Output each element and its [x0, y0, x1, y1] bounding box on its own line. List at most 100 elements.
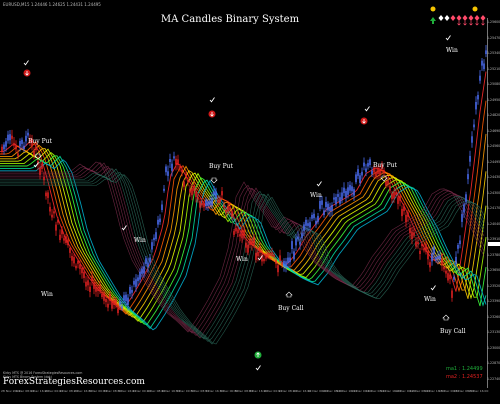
candle-body — [125, 294, 127, 302]
candle-body — [97, 288, 99, 291]
candle-body — [99, 285, 101, 292]
candle-body — [203, 202, 205, 208]
candle-body — [317, 215, 319, 222]
annotation-win: Win — [446, 47, 458, 54]
candle-body — [237, 229, 239, 233]
candle-body — [187, 179, 189, 183]
price-tick-label: 1.24170 — [487, 206, 500, 210]
candle-body — [349, 184, 351, 191]
price-tick-label: 1.23910 — [487, 237, 500, 241]
candle-body — [481, 60, 483, 66]
candle-body — [433, 246, 435, 254]
candle-body — [255, 252, 257, 260]
candle-body — [295, 238, 297, 246]
candle-body — [15, 144, 17, 150]
candle-body — [205, 199, 207, 206]
price-tick-label: 1.22740 — [487, 376, 500, 381]
candle-body — [463, 204, 465, 213]
price-tick-label: 1.23520 — [487, 283, 500, 288]
candle-body — [327, 203, 329, 211]
candle-body — [461, 214, 463, 222]
candle-body — [479, 75, 481, 81]
candle-body — [415, 241, 417, 247]
candle-body — [155, 232, 157, 240]
candle-body — [347, 187, 349, 195]
checkmark-icon — [445, 35, 451, 41]
candle-body — [55, 224, 57, 231]
candle-body — [217, 199, 219, 203]
candle-body — [259, 247, 261, 253]
price-tick-label: 1.24300 — [487, 190, 500, 195]
candle-body — [383, 170, 385, 174]
candle-body — [227, 206, 229, 212]
candle-body — [143, 266, 145, 274]
ma-ribbon-line — [0, 148, 487, 318]
candle-body — [95, 286, 97, 292]
candle-body — [177, 159, 179, 165]
candle-body — [457, 245, 459, 249]
checkmark-icon — [255, 365, 261, 371]
candle-body — [3, 144, 5, 150]
candle-body — [17, 153, 19, 157]
candle-body — [421, 243, 423, 247]
candle-body — [443, 266, 445, 270]
candle-body — [19, 141, 21, 147]
annotation-buy-put: Buy Put — [373, 162, 397, 169]
candle-body — [467, 174, 469, 180]
candle-body — [13, 142, 15, 146]
candle-body — [103, 293, 105, 301]
candle-body — [141, 268, 143, 274]
candle-body — [65, 236, 67, 243]
candle-body — [335, 197, 337, 205]
candle-body — [157, 219, 159, 225]
candle-body — [289, 257, 291, 262]
candle-body — [363, 162, 365, 167]
candle-body — [229, 207, 231, 211]
candle-body — [105, 299, 107, 303]
red-down-arrow-icon — [463, 21, 467, 26]
candle-body — [431, 253, 433, 262]
candle-body — [159, 218, 161, 223]
candle-body — [171, 163, 173, 171]
checkmark-icon — [364, 106, 370, 112]
price-tick-label: 1.25210 — [487, 66, 500, 71]
candle-body — [63, 238, 65, 241]
candle-body — [305, 219, 307, 226]
candle-body — [21, 139, 23, 144]
candle-body — [111, 301, 113, 309]
candle-body — [211, 197, 213, 206]
price-tick-label: 1.24690 — [487, 128, 500, 133]
trading-chart-window[interactable]: EURUSD,M15 1.24446 1.24625 1.24431 1.244… — [0, 0, 500, 400]
candle-body — [209, 200, 211, 206]
candle-body — [429, 262, 431, 268]
price-tick-label: 1.24430 — [487, 175, 500, 179]
candle-body — [279, 255, 281, 262]
price-chart[interactable] — [0, 0, 500, 400]
candle-body — [333, 197, 335, 200]
candle-body — [247, 244, 249, 253]
candle-body — [263, 258, 265, 262]
red-down-arrow-icon — [475, 21, 479, 26]
candle-body — [439, 255, 441, 260]
candle-body — [169, 159, 171, 162]
candle-body — [391, 193, 393, 200]
candle-body — [201, 202, 203, 206]
candle-body — [235, 228, 237, 232]
annotation-win: Win — [236, 256, 248, 263]
candle-body — [367, 163, 369, 167]
yellow-dot-icon — [430, 6, 436, 12]
signal-diamond-icon — [468, 15, 474, 21]
candle-body — [249, 238, 251, 245]
ma1-readout: ma1 : 1.24499 — [446, 366, 483, 372]
candle-body — [137, 277, 139, 282]
candle-body — [241, 230, 243, 239]
hollow-up-arrow-icon — [285, 291, 293, 298]
candle-body — [265, 253, 267, 259]
time-scale[interactable]: 28 Nov 2014 1 Dec 08:00 1 Dec 16:00 2 Dec 0… — [0, 389, 488, 399]
candle-body — [11, 135, 13, 139]
candle-body — [133, 280, 135, 285]
candle-body — [291, 241, 293, 249]
candle-body — [119, 300, 121, 306]
annotation-win: Win — [310, 192, 322, 199]
annotation-buy-put: Buy Put — [28, 138, 52, 145]
